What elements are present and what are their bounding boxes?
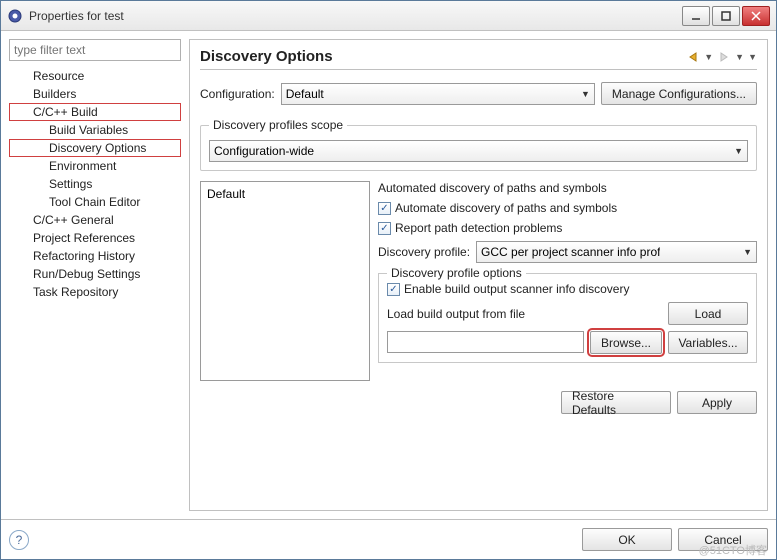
tree-item-builders[interactable]: Builders: [9, 85, 181, 103]
chevron-down-icon: ▼: [734, 146, 743, 156]
help-icon[interactable]: ?: [9, 530, 29, 550]
configuration-row: Configuration: Default ▼ Manage Configur…: [200, 82, 757, 105]
chevron-down-icon: ▼: [581, 89, 590, 99]
manage-configurations-button[interactable]: Manage Configurations...: [601, 82, 757, 105]
auto-discovery-title: Automated discovery of paths and symbols: [378, 181, 757, 195]
page-title: Discovery Options: [200, 48, 686, 65]
automate-checkbox[interactable]: ✓: [378, 202, 391, 215]
apply-button[interactable]: Apply: [677, 391, 757, 414]
file-input-row: Browse... Variables...: [387, 331, 748, 354]
forward-dropdown-icon[interactable]: ▼: [735, 52, 744, 62]
profile-select[interactable]: GCC per project scanner info prof ▼: [476, 241, 757, 263]
dialog-footer: ? OK Cancel: [1, 519, 776, 559]
dialog-body: Resource Builders C/C++ Build Build Vari…: [1, 31, 776, 519]
menu-dropdown-icon[interactable]: ▼: [748, 52, 757, 62]
back-icon[interactable]: [686, 50, 700, 64]
automate-checkbox-row: ✓ Automate discovery of paths and symbol…: [378, 201, 757, 215]
tree-item-project-refs[interactable]: Project References: [9, 229, 181, 247]
profile-row: Discovery profile: GCC per project scann…: [378, 241, 757, 263]
tree-item-resource[interactable]: Resource: [9, 67, 181, 85]
report-checkbox[interactable]: ✓: [378, 222, 391, 235]
tree-item-build-variables[interactable]: Build Variables: [9, 121, 181, 139]
list-item[interactable]: Default: [205, 186, 365, 202]
enable-checkbox[interactable]: ✓: [387, 283, 400, 296]
report-checkbox-row: ✓ Report path detection problems: [378, 221, 757, 235]
configuration-label: Configuration:: [200, 87, 275, 101]
minimize-button[interactable]: [682, 6, 710, 26]
category-tree[interactable]: Resource Builders C/C++ Build Build Vari…: [9, 67, 181, 511]
config-listbox[interactable]: Default: [200, 181, 370, 381]
discovery-split: Default Automated discovery of paths and…: [200, 181, 757, 381]
properties-dialog: Properties for test Resource Builders C/…: [0, 0, 777, 560]
profile-label: Discovery profile:: [378, 245, 470, 259]
watermark: @51CTO博客: [699, 542, 767, 558]
load-row: Load build output from file Load: [387, 302, 748, 325]
window-title: Properties for test: [29, 9, 682, 23]
tree-item-cpp-build[interactable]: C/C++ Build: [9, 103, 181, 121]
load-button[interactable]: Load: [668, 302, 748, 325]
tree-item-toolchain[interactable]: Tool Chain Editor: [9, 193, 181, 211]
profile-options-title: Discovery profile options: [387, 266, 526, 280]
titlebar: Properties for test: [1, 1, 776, 31]
right-panel: Discovery Options ▼ ▼ ▼ Configuration: D…: [189, 39, 768, 511]
page-header: Discovery Options ▼ ▼ ▼: [200, 48, 757, 70]
back-dropdown-icon[interactable]: ▼: [704, 52, 713, 62]
forward-icon[interactable]: [717, 50, 731, 64]
nav-arrows: ▼ ▼ ▼: [686, 50, 757, 64]
ok-button[interactable]: OK: [582, 528, 672, 551]
options-column: Automated discovery of paths and symbols…: [378, 181, 757, 381]
profile-value: GCC per project scanner info prof: [481, 245, 660, 259]
variables-button[interactable]: Variables...: [668, 331, 748, 354]
enable-label: Enable build output scanner info discove…: [404, 282, 629, 296]
close-button[interactable]: [742, 6, 770, 26]
scope-value: Configuration-wide: [214, 144, 314, 158]
chevron-down-icon: ▼: [743, 247, 752, 257]
load-label: Load build output from file: [387, 307, 660, 321]
tree-item-task-repo[interactable]: Task Repository: [9, 283, 181, 301]
configuration-value: Default: [286, 87, 324, 101]
restore-apply-row: Restore Defaults Apply: [200, 391, 757, 414]
configuration-select[interactable]: Default ▼: [281, 83, 595, 105]
scope-group: Discovery profiles scope Configuration-w…: [200, 125, 757, 171]
scope-group-title: Discovery profiles scope: [209, 118, 347, 132]
filter-input[interactable]: [9, 39, 181, 61]
tree-item-run-debug[interactable]: Run/Debug Settings: [9, 265, 181, 283]
window-buttons: [682, 6, 770, 26]
tree-item-discovery-options[interactable]: Discovery Options: [9, 139, 181, 157]
profile-options-group: Discovery profile options ✓ Enable build…: [378, 273, 757, 363]
tree-item-settings[interactable]: Settings: [9, 175, 181, 193]
enable-checkbox-row: ✓ Enable build output scanner info disco…: [387, 282, 748, 296]
browse-button[interactable]: Browse...: [590, 331, 662, 354]
tree-item-refactoring-history[interactable]: Refactoring History: [9, 247, 181, 265]
tree-item-environment[interactable]: Environment: [9, 157, 181, 175]
report-label: Report path detection problems: [395, 221, 562, 235]
automate-label: Automate discovery of paths and symbols: [395, 201, 617, 215]
file-path-input[interactable]: [387, 331, 584, 353]
restore-defaults-button[interactable]: Restore Defaults: [561, 391, 671, 414]
app-icon: [7, 8, 23, 24]
tree-item-cpp-general[interactable]: C/C++ General: [9, 211, 181, 229]
left-column: Resource Builders C/C++ Build Build Vari…: [9, 39, 181, 511]
scope-select[interactable]: Configuration-wide ▼: [209, 140, 748, 162]
maximize-button[interactable]: [712, 6, 740, 26]
